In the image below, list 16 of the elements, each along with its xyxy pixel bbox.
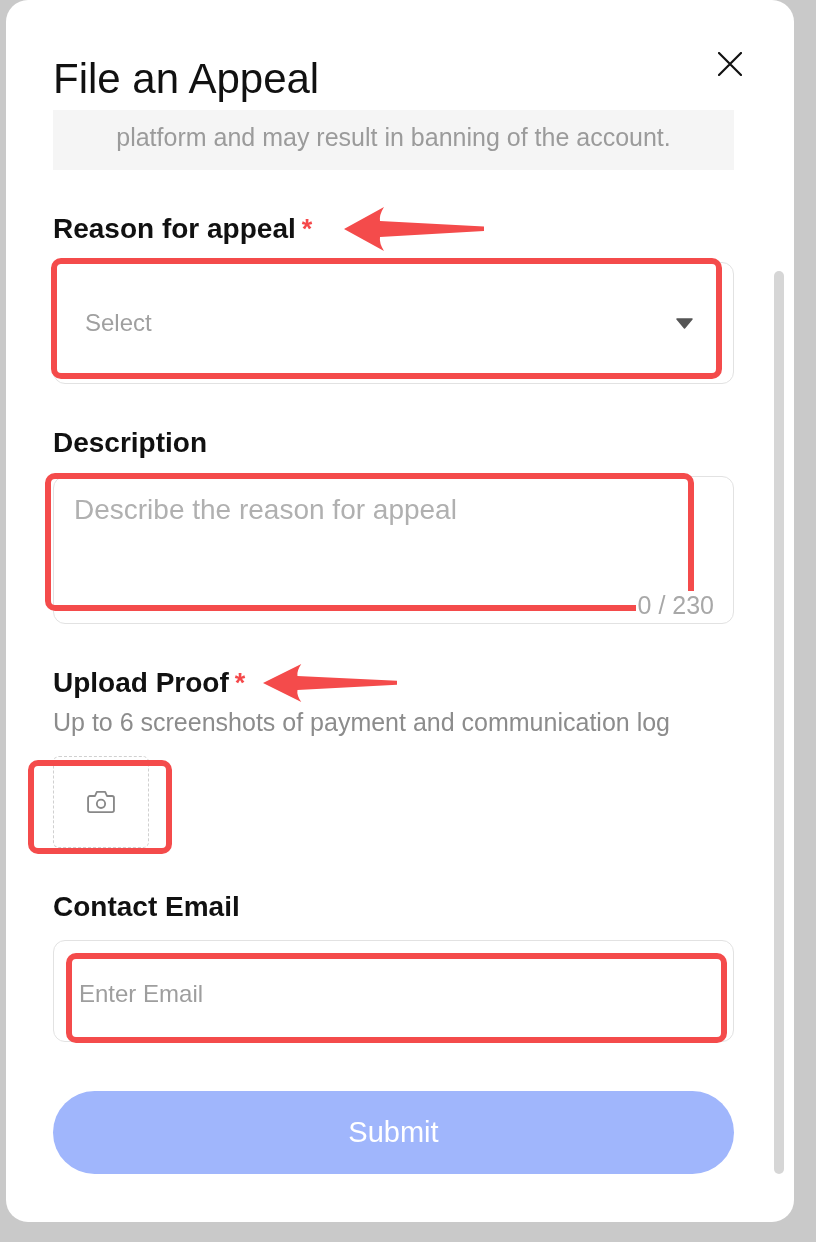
close-button[interactable] [718, 52, 742, 76]
field-label: Reason for appeal [53, 212, 296, 246]
notice-banner: platform and may result in banning of the account. [53, 110, 734, 170]
required-asterisk: * [301, 213, 313, 246]
field-label: Contact Email [53, 890, 240, 924]
reason-select[interactable]: Select [53, 262, 734, 384]
close-icon [718, 52, 742, 76]
upload-tile[interactable] [53, 756, 149, 848]
dialog-title: File an Appeal [53, 54, 320, 104]
field-label: Upload Proof [53, 666, 229, 700]
scrollbar[interactable] [774, 271, 784, 1174]
caret-icon [676, 317, 693, 329]
field-label: Description [53, 426, 208, 460]
hint-text: Up to 6 screenshots of payment and communication log [53, 707, 671, 737]
required-asterisk: * [234, 667, 246, 700]
camera-icon [86, 790, 116, 814]
